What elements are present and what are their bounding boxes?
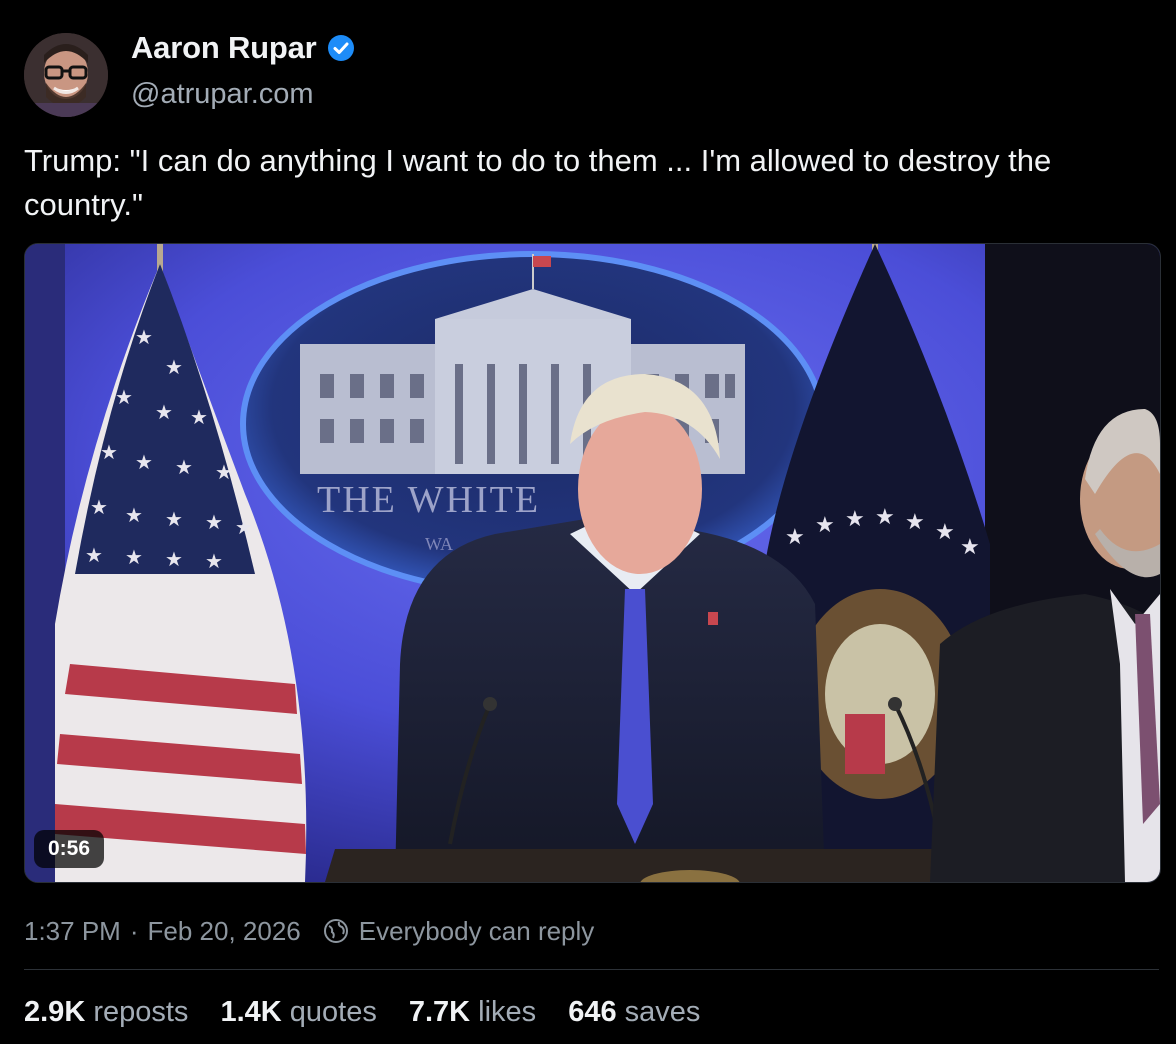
svg-text:★: ★: [845, 507, 865, 532]
verified-check-icon: [327, 34, 355, 62]
svg-text:★: ★: [205, 549, 223, 573]
post-date[interactable]: Feb 20, 2026: [148, 916, 301, 947]
svg-text:★: ★: [235, 515, 253, 539]
svg-text:★: ★: [165, 355, 183, 379]
svg-text:★: ★: [935, 520, 955, 545]
meta-separator: ·: [129, 915, 139, 946]
avatar[interactable]: [24, 33, 108, 117]
reply-setting[interactable]: Everybody can reply: [359, 916, 595, 947]
svg-text:★: ★: [905, 510, 925, 535]
svg-text:★: ★: [165, 547, 183, 571]
svg-text:★: ★: [85, 543, 103, 567]
author-handle[interactable]: @atrupar.com: [131, 78, 314, 111]
svg-text:★: ★: [785, 525, 805, 550]
avatar-image: [24, 33, 108, 117]
svg-text:★: ★: [155, 400, 173, 424]
stat-reposts[interactable]: 2.9K reposts: [24, 996, 188, 1029]
post-text: Trump: "I can do anything I want to do t…: [24, 143, 1052, 222]
svg-text:★: ★: [875, 505, 895, 530]
engagement-stats: 2.9K reposts 1.4K quotes 7.7K likes 646 …: [24, 992, 732, 1032]
svg-text:★: ★: [815, 513, 835, 538]
svg-text:★: ★: [90, 495, 108, 519]
post-time[interactable]: 1:37 PM: [24, 916, 121, 947]
svg-text:★: ★: [205, 510, 223, 534]
svg-text:★: ★: [190, 405, 208, 429]
author-name-row[interactable]: Aaron Rupar: [131, 30, 355, 66]
svg-text:★: ★: [960, 535, 980, 560]
stat-quotes[interactable]: 1.4K quotes: [220, 996, 376, 1029]
author-name[interactable]: Aaron Rupar: [131, 30, 317, 66]
svg-text:★: ★: [135, 450, 153, 474]
svg-text:★: ★: [135, 325, 153, 349]
seal-text: THE WHITE: [317, 479, 540, 521]
post-meta: 1:37 PM · Feb 20, 2026 Everybody can rep…: [24, 913, 594, 949]
svg-text:★: ★: [215, 460, 233, 484]
svg-text:★: ★: [175, 455, 193, 479]
video-frame: THE WHITE WA ★★ ★★ ★ ★ ★ ★ ★ ★ ★ ★ ★ ★ ★ ★ ★ ★: [25, 244, 1160, 882]
divider: [24, 969, 1159, 970]
video-player[interactable]: THE WHITE WA ★ ★ ★ ★ ★ ★ ★ ★ ★ ★ ★ ★ ★ ★ ★ ★ ★ ★: [24, 243, 1161, 883]
svg-text:★: ★: [125, 545, 143, 569]
stat-saves[interactable]: 646 saves: [568, 996, 700, 1029]
post-card: Aaron Rupar @atrupar.com Trump: "I can d…: [0, 0, 1176, 1044]
video-duration-badge: 0:56: [34, 830, 105, 868]
svg-text:★: ★: [115, 385, 133, 409]
globe-icon: [323, 918, 349, 944]
svg-text:★: ★: [100, 440, 118, 464]
stat-likes[interactable]: 7.7K likes: [409, 996, 536, 1029]
svg-text:★: ★: [125, 503, 143, 527]
seal-subtext: WA: [425, 534, 453, 554]
svg-text:★: ★: [165, 507, 183, 531]
